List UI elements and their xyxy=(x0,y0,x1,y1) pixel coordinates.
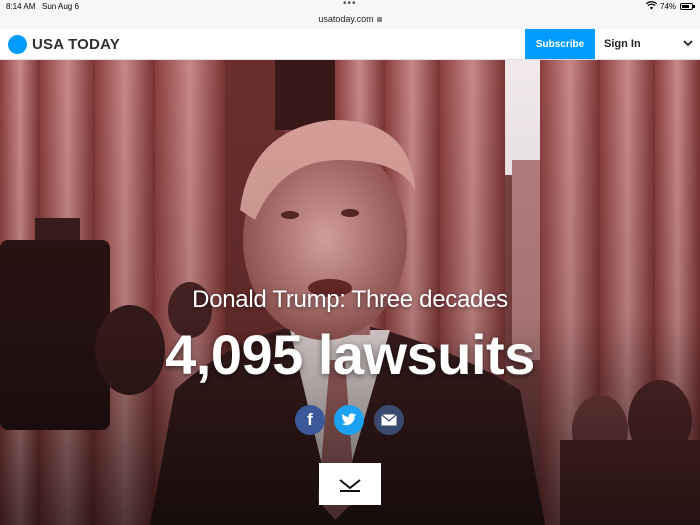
chevron-down-icon xyxy=(339,479,361,492)
hero-section: Donald Trump: Three decades 4,095 lawsui… xyxy=(0,60,700,525)
site-header: USA TODAY Subscribe Sign In xyxy=(0,29,700,60)
sign-in-button[interactable]: Sign In xyxy=(597,29,700,59)
status-date: Sun Aug 6 xyxy=(42,2,79,11)
twitter-share-button[interactable] xyxy=(334,405,364,435)
battery-percent: 74% xyxy=(660,2,677,11)
facebook-share-button[interactable]: f xyxy=(295,405,325,435)
twitter-bird-icon xyxy=(341,413,357,426)
site-logo-text[interactable]: USA TODAY xyxy=(32,36,120,53)
status-time: 8:14 AM xyxy=(6,2,36,11)
envelope-icon xyxy=(381,414,397,426)
chevron-down-icon xyxy=(683,40,693,47)
scroll-down-button[interactable] xyxy=(319,463,381,505)
usa-today-logo-icon[interactable] xyxy=(8,35,27,54)
subscribe-button[interactable]: Subscribe xyxy=(525,29,595,59)
hero-subtitle: Donald Trump: Three decades xyxy=(192,286,508,313)
sign-in-label: Sign In xyxy=(604,38,641,50)
status-bar: 8:14 AM Sun Aug 6 ••• 74% xyxy=(0,0,700,14)
battery-icon xyxy=(680,3,695,10)
address-bar[interactable]: usatoday.com xyxy=(0,14,700,29)
email-share-button[interactable] xyxy=(374,405,404,435)
hero-title: 4,095 lawsuits xyxy=(165,323,535,386)
lock-icon xyxy=(376,17,382,22)
wifi-icon xyxy=(645,1,658,12)
multitasking-dots-icon[interactable]: ••• xyxy=(343,0,357,9)
facebook-icon: f xyxy=(307,410,313,429)
url-text[interactable]: usatoday.com xyxy=(318,14,373,24)
